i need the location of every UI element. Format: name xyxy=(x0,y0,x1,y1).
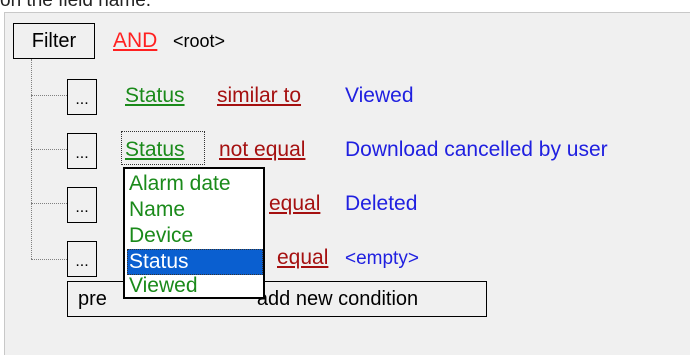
condition-value[interactable]: Download cancelled by user xyxy=(345,139,608,160)
condition-value[interactable]: Viewed xyxy=(345,85,414,106)
tree-connector-4 xyxy=(31,259,67,260)
tree-connector-1 xyxy=(31,95,67,96)
tree-connector-3 xyxy=(31,203,67,204)
condition-operator[interactable]: not equal xyxy=(219,139,305,160)
dropdown-option-name[interactable]: Name xyxy=(127,197,263,223)
root-label: <root> xyxy=(173,31,226,51)
condition-value[interactable]: Deleted xyxy=(345,193,417,214)
tree-connector-vertical xyxy=(31,59,32,259)
field-dropdown-list[interactable]: Alarm date Name Device Status Viewed xyxy=(123,167,265,299)
filter-editor-panel: Filter AND <root> ... Status similar to … xyxy=(4,12,690,355)
dropdown-option-viewed[interactable]: Viewed xyxy=(127,273,263,299)
caption-text: on the field name. xyxy=(0,0,152,11)
dropdown-option-status[interactable]: Status xyxy=(127,249,263,275)
condition-menu-button[interactable]: ... xyxy=(67,133,97,169)
logic-operator[interactable]: AND xyxy=(113,30,157,51)
condition-menu-button[interactable]: ... xyxy=(67,241,97,277)
tree-connector-2 xyxy=(31,149,67,150)
filter-button-label: Filter xyxy=(31,29,77,52)
filter-button[interactable]: Filter xyxy=(13,23,95,59)
condition-operator[interactable]: equal xyxy=(269,193,320,214)
condition-operator[interactable]: equal xyxy=(277,247,328,268)
condition-field[interactable]: Status xyxy=(125,139,185,160)
condition-menu-button[interactable]: ... xyxy=(67,187,97,223)
condition-field[interactable]: Status xyxy=(125,85,185,106)
condition-menu-button[interactable]: ... xyxy=(67,79,97,115)
condition-operator[interactable]: similar to xyxy=(217,85,301,106)
add-condition-label-left: pre xyxy=(78,287,107,310)
condition-value[interactable]: <empty> xyxy=(345,249,419,268)
add-condition-label-right: add new condition xyxy=(256,287,419,310)
dropdown-option-alarm-date[interactable]: Alarm date xyxy=(127,171,263,197)
dropdown-option-device[interactable]: Device xyxy=(127,223,263,249)
